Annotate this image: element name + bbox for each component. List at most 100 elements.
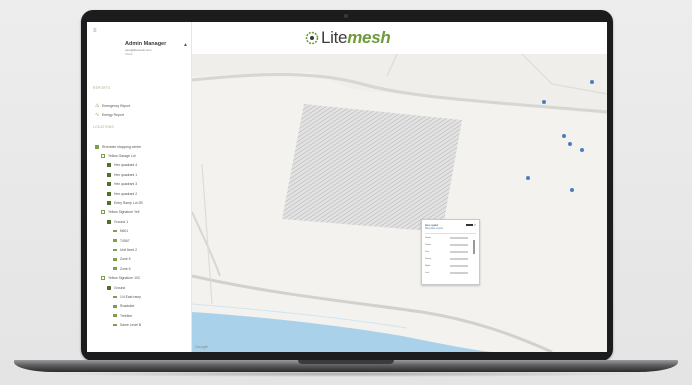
user-name: Admin Manager — [125, 41, 167, 47]
tree-item[interactable]: Entry Ramp Lot 2B — [107, 199, 143, 206]
report-emergency[interactable]: ⚠ Emergency Report — [95, 102, 130, 109]
pole-icon — [107, 191, 111, 196]
tree-item-label: Hex quadrant 4 — [114, 163, 138, 168]
line-chart-icon: ∿ — [95, 111, 100, 118]
pole-icon — [107, 200, 111, 205]
tree-item[interactable]: Yellow Signature Yell — [101, 209, 139, 216]
tree-item[interactable]: Hex quadrant 3 — [107, 181, 137, 188]
fixture-icon — [113, 305, 117, 308]
popup-row-value — [450, 272, 468, 274]
screen: Google Hex quad Riverside center × Statu… — [87, 22, 607, 352]
popup-scrollbar[interactable] — [473, 240, 475, 254]
map-view[interactable]: Google Hex quad Riverside center × Statu… — [192, 54, 607, 352]
tree-item[interactable]: T4567 — [113, 237, 130, 244]
map-canvas[interactable] — [192, 54, 607, 352]
tree-item-label: Zone 6 — [120, 266, 131, 271]
area-icon — [101, 153, 105, 158]
laptop-shadow — [40, 371, 652, 377]
parking-lot — [282, 104, 462, 232]
tree-item[interactable]: Ground 1 — [107, 218, 128, 225]
info-popup[interactable]: Hex quad Riverside center × Status Power… — [421, 219, 480, 285]
tree-item[interactable]: Riverside shopping center — [95, 143, 141, 150]
fixture-icon — [113, 248, 117, 252]
map-attribution: Google — [195, 344, 208, 349]
popup-row-value — [450, 237, 468, 239]
tree-item[interactable]: Roadside — [113, 303, 134, 310]
tree-item-label: Yellow Signature Yell — [108, 210, 140, 215]
area-icon — [101, 210, 105, 215]
report-energy[interactable]: ∿ Energy Report — [95, 111, 124, 118]
tree-item-label: Ground — [114, 285, 126, 290]
fixture-icon — [113, 258, 117, 261]
tree-item-label: 1/4 East ramp — [120, 294, 142, 299]
popup-row-value — [450, 244, 468, 246]
tree-item-label: Ground 1 — [114, 219, 129, 224]
tree-item[interactable]: Hex quadrant 4 — [107, 162, 137, 169]
brand-prefix: Lite — [321, 28, 348, 47]
popup-row-label: Mode — [425, 265, 431, 267]
popup-row-label: Group — [425, 258, 432, 260]
tree-item[interactable]: Unit fixed 2 — [113, 246, 137, 253]
menu-icon[interactable]: ≡ — [93, 28, 97, 34]
user-email: user@litemesh.com — [125, 48, 152, 52]
user-icon[interactable]: ▲ — [183, 42, 188, 48]
pole-icon — [107, 219, 111, 224]
brand-suffix: mesh — [347, 28, 391, 47]
popup-row-label: Power — [425, 244, 432, 246]
pole-icon — [107, 172, 111, 177]
fixture-icon — [113, 314, 117, 317]
area-icon — [101, 276, 105, 281]
warning-icon: ⚠ — [95, 102, 100, 109]
tree-item-label: Same Level B — [120, 323, 142, 328]
fixture-icon — [113, 295, 117, 299]
tree-item-label: T4567 — [120, 238, 130, 243]
fixture-icon — [113, 267, 117, 270]
user-panel[interactable]: Admin Manager user@litemesh.com Owner — [125, 41, 166, 56]
pole-icon — [107, 182, 111, 187]
building-icon — [95, 144, 99, 149]
tree-item[interactable]: Treeline — [113, 312, 132, 319]
section-locations: LOCATIONS — [93, 125, 114, 129]
sidebar: ≡ Admin Manager user@litemesh.com Owner … — [87, 22, 192, 352]
popup-row-value — [450, 251, 468, 253]
camera-icon — [344, 14, 348, 18]
popup-divider — [425, 233, 476, 235]
popup-row-value — [450, 265, 468, 267]
tree-item[interactable]: Same Level B — [113, 322, 141, 329]
tree-item-label: Yellow Signature 10C — [108, 276, 141, 281]
popup-toggle[interactable] — [466, 224, 473, 226]
popup-row-label: Last — [425, 272, 430, 274]
laptop-notch — [298, 360, 394, 364]
tree-item-label: Hex quadrant 3 — [114, 182, 138, 187]
tree-item-label: Entry Ramp Lot 2B — [114, 200, 143, 205]
section-reports: REPORTS — [93, 86, 111, 90]
tree-item[interactable]: Hex quadrant 2 — [107, 190, 137, 197]
fixture-icon — [113, 323, 117, 327]
fixture-icon — [113, 239, 117, 242]
tree-item[interactable]: Yellow Signature 10C — [101, 275, 140, 282]
tree-item[interactable]: N601 — [113, 228, 128, 235]
tree-item-label: Zone 5 — [120, 257, 131, 262]
tree-item[interactable]: Ground — [107, 284, 125, 291]
popup-row-label: Dim — [425, 251, 429, 253]
popup-row-value — [450, 258, 468, 260]
popup-subtitle[interactable]: Riverside center — [425, 227, 443, 230]
tree-item[interactable]: Zone 6 — [113, 265, 131, 272]
tree-item[interactable]: Yellow Garage Lot — [101, 152, 136, 159]
pole-icon — [107, 163, 111, 168]
tree-item-label: Yellow Garage Lot — [108, 153, 136, 158]
tree-item-label: Unit fixed 2 — [120, 247, 137, 252]
popup-row-label: Status — [425, 237, 432, 239]
tree-item-label: Riverside shopping center — [102, 144, 142, 149]
fixture-icon — [113, 229, 117, 233]
tree-item-label: Roadside — [120, 304, 135, 309]
tree-item-label: Treeline — [120, 313, 133, 318]
tree-item[interactable]: 1/4 East ramp — [113, 293, 141, 300]
user-role: Owner — [125, 53, 133, 56]
tree-item[interactable]: Zone 5 — [113, 256, 131, 263]
tree-item-label: N601 — [120, 229, 129, 234]
close-icon[interactable]: × — [474, 223, 476, 227]
brand-logo[interactable]: Lite mesh — [305, 28, 391, 48]
tree-item-label: Hex quadrant 2 — [114, 191, 138, 196]
tree-item[interactable]: Hex quadrant 1 — [107, 171, 137, 178]
